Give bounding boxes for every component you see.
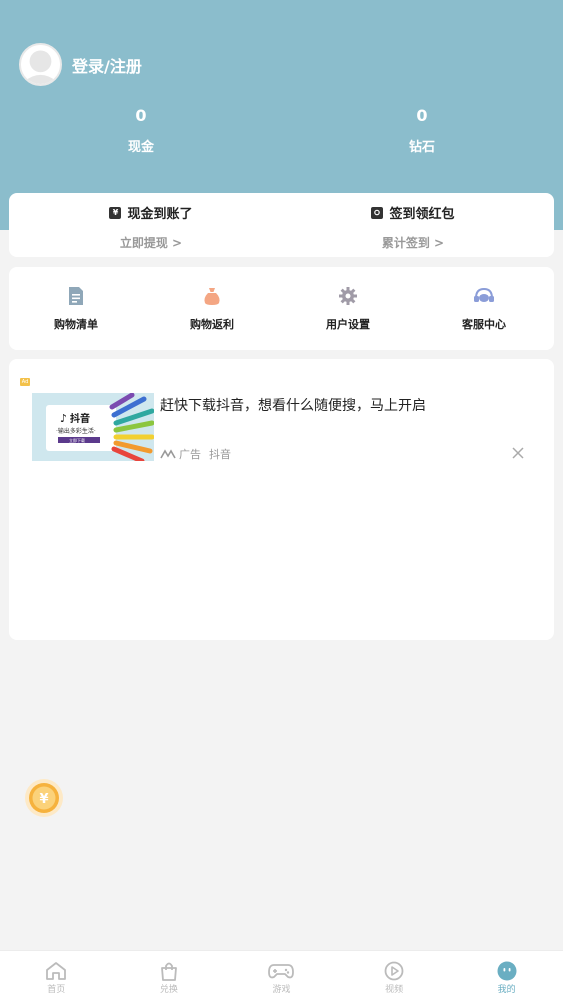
- tab-label: 游戏: [272, 985, 291, 995]
- cash-reward[interactable]: ¥ 现金到账了 立即提现 >: [51, 203, 251, 251]
- ad-meta: 广告 抖音: [160, 446, 239, 462]
- profile-login[interactable]: 登录/注册: [19, 43, 142, 86]
- checkin-reward[interactable]: 签到领红包 累计签到 >: [313, 203, 513, 251]
- diamond-value: 0: [416, 106, 428, 125]
- tab-home[interactable]: 首页: [0, 951, 113, 1000]
- headset-icon: [439, 285, 529, 307]
- menu-item-customer-service[interactable]: 客服中心: [439, 285, 529, 332]
- menu-label: 用户设置: [326, 318, 370, 331]
- menu-card: 购物清单 购物返利 用户设置 客服中心: [9, 267, 554, 350]
- tab-mine[interactable]: 我的: [450, 951, 563, 1000]
- tab-label: 兑换: [159, 985, 178, 995]
- withdraw-link[interactable]: 立即提现 >: [51, 234, 251, 251]
- ad-tag: 广告: [179, 448, 201, 461]
- tab-games[interactable]: 游戏: [225, 951, 338, 1000]
- ad-thumb-slogan: ·输出多彩生活·: [56, 427, 96, 435]
- coin-icon: ¥: [25, 779, 63, 817]
- default-avatar-icon: [21, 45, 60, 84]
- ad-network-icon: [160, 449, 176, 459]
- cumulative-checkin-link[interactable]: 累计签到 >: [313, 234, 513, 251]
- checkin-reward-title: 签到领红包: [389, 207, 455, 222]
- tab-label: 视频: [385, 985, 404, 995]
- tab-video[interactable]: 视频: [338, 951, 451, 1000]
- gamepad-icon: [225, 961, 338, 981]
- avatar[interactable]: [19, 43, 62, 86]
- svg-text:¥: ¥: [39, 792, 48, 807]
- tab-exchange[interactable]: 兑换: [113, 951, 226, 1000]
- floating-coin-button[interactable]: ¥: [25, 779, 63, 817]
- ad-thumb-button: 立即下载: [69, 437, 85, 443]
- gear-icon: [303, 285, 393, 307]
- tiktok-logo-icon: ♪: [60, 412, 67, 425]
- ad-title[interactable]: 赶快下载抖音，想看什么随便搜，马上开启: [160, 395, 426, 415]
- money-bag-icon: [167, 285, 257, 307]
- ad-thumb-brand: 抖音: [70, 412, 90, 425]
- yen-icon: ¥: [109, 206, 122, 219]
- cash-value: 0: [135, 106, 147, 125]
- menu-label: 购物清单: [54, 318, 98, 331]
- menu-item-settings[interactable]: 用户设置: [303, 285, 393, 332]
- profile-icon: [450, 961, 563, 981]
- ad-card[interactable]: Ad ♪ 抖音 ·输出多彩生活· 立即下载 赶快下载抖音，想看什么随便搜，马上开…: [9, 359, 554, 640]
- stat-cash[interactable]: 0 现金: [81, 106, 201, 155]
- tab-label: 我的: [497, 985, 516, 995]
- login-register-link[interactable]: 登录/注册: [72, 53, 142, 77]
- bottom-tab-bar: 首页 兑换 游戏 视频 我的: [0, 950, 563, 1000]
- menu-item-shopping-list[interactable]: 购物清单: [31, 285, 121, 332]
- menu-label: 客服中心: [462, 318, 506, 331]
- cash-reward-title: 现金到账了: [127, 207, 193, 222]
- ad-source: 抖音: [209, 448, 231, 461]
- tab-label: 首页: [47, 985, 66, 995]
- stat-diamond[interactable]: 0 钻石: [362, 106, 482, 155]
- play-icon: [338, 961, 451, 981]
- menu-label: 购物返利: [190, 318, 234, 331]
- ad-image[interactable]: ♪ 抖音 ·输出多彩生活· 立即下载: [32, 393, 154, 461]
- ad-badge: Ad: [20, 378, 30, 386]
- document-icon: [31, 285, 121, 307]
- bag-icon: [113, 961, 226, 981]
- diamond-label: 钻石: [408, 140, 435, 155]
- rewards-card: ¥ 现金到账了 立即提现 > 签到领红包 累计签到 >: [9, 193, 554, 257]
- close-icon[interactable]: [511, 445, 525, 459]
- cash-label: 现金: [127, 140, 154, 155]
- home-icon: [0, 961, 113, 981]
- checkin-icon: [371, 206, 384, 219]
- menu-item-rebate[interactable]: 购物返利: [167, 285, 257, 332]
